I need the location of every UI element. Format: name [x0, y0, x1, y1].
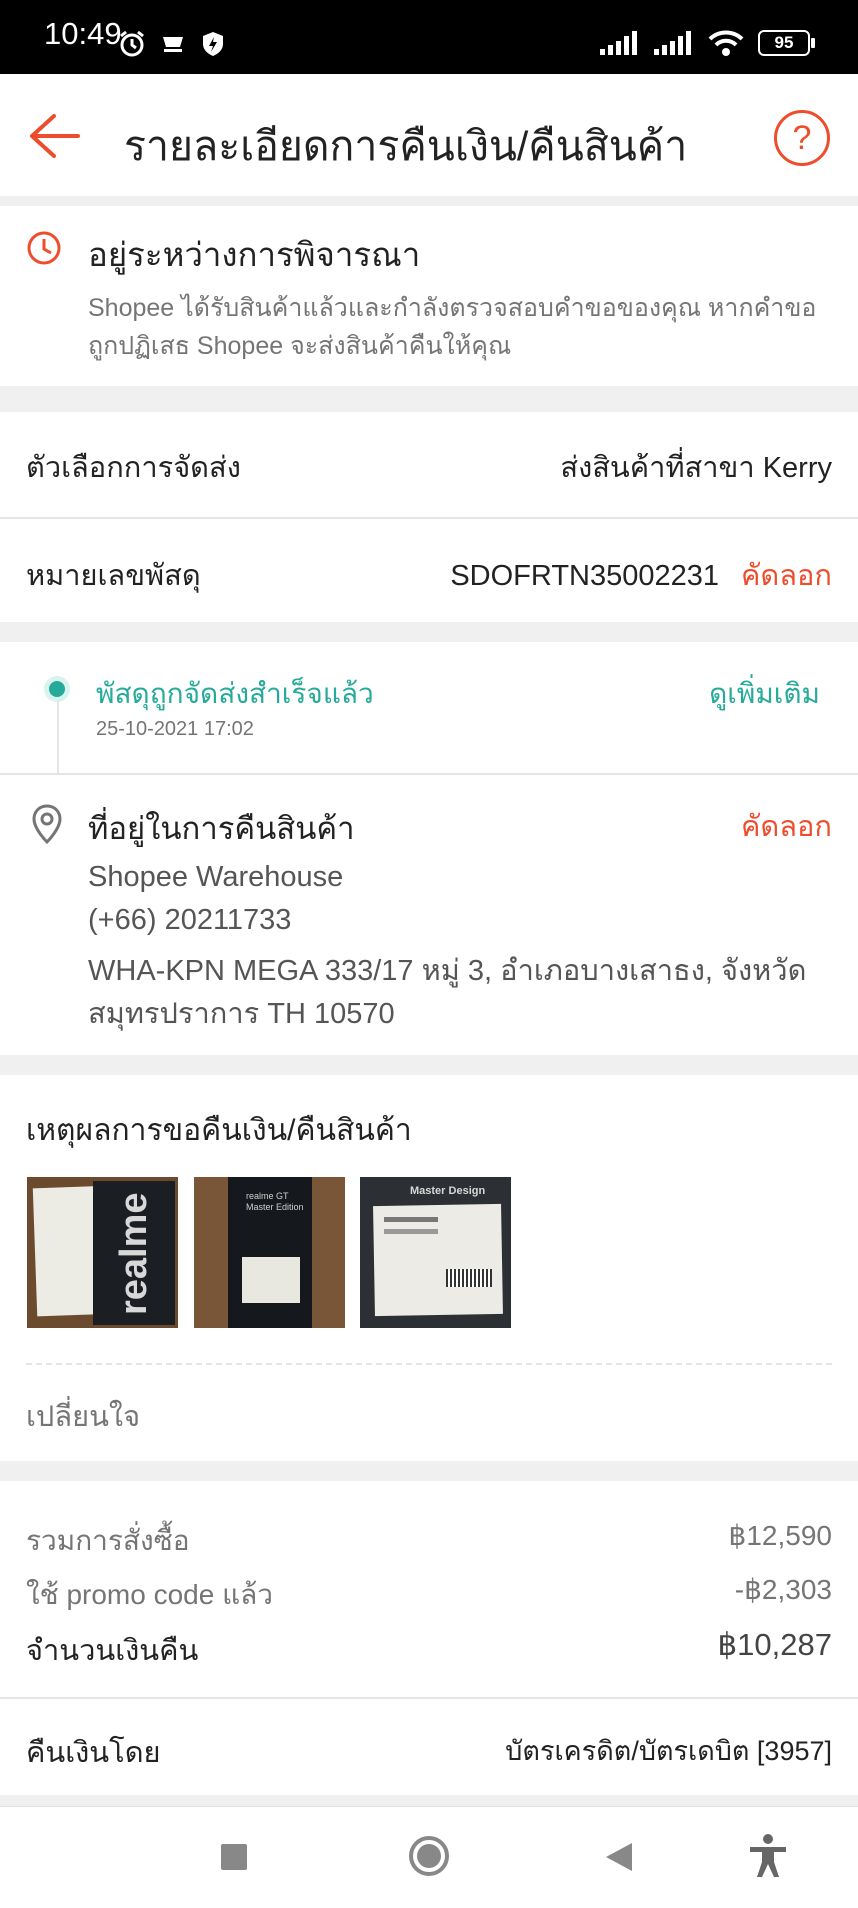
order-total-value: ฿12,590	[728, 1520, 832, 1551]
shield-bolt-icon	[203, 32, 223, 56]
address-line1: WHA-KPN MEGA 333/17 หมู่ 3, อำเภอบางเสาธ…	[88, 955, 807, 987]
refund-method-label: คืนเงินโดย	[26, 1737, 161, 1769]
shipping-option-label: ตัวเลือกการจัดส่ง	[26, 452, 241, 484]
signal-icon	[600, 31, 637, 55]
refund-summary-card: รวมการสั่งซื้อ ฿12,590 ใช้ promo code แล…	[0, 1481, 858, 1697]
address-line2: สมุทรปราการ TH 10570	[88, 998, 395, 1030]
shipping-card: ตัวเลือกการจัดส่ง ส่งสินค้าที่สาขา Kerry…	[0, 412, 858, 622]
promo-label: ใช้ promo code แล้ว	[26, 1579, 274, 1610]
app-header: รายละเอียดการคืนเงิน/คืนสินค้า ?	[0, 74, 858, 196]
help-icon[interactable]: ?	[774, 110, 830, 166]
signal-icon-2	[654, 31, 691, 55]
status-icons-left	[118, 30, 226, 58]
promo-value: -฿2,303	[734, 1574, 832, 1605]
evidence-photo[interactable]: realme	[27, 1177, 178, 1328]
divider	[0, 517, 858, 519]
battery-indicator: 95	[758, 30, 815, 56]
wifi-icon	[708, 30, 744, 56]
address-title: ที่อยู่ในการคืนสินค้า	[88, 811, 355, 846]
order-total-label: รวมการสั่งซื้อ	[26, 1525, 190, 1556]
timeline-dot	[44, 676, 70, 702]
clock-icon	[27, 231, 61, 265]
back-icon[interactable]	[604, 1841, 634, 1873]
tracking-number-label: หมายเลขพัสดุ	[26, 560, 201, 592]
home-icon[interactable]	[408, 1835, 450, 1877]
location-pin-icon	[32, 804, 62, 845]
tracking-number-value: SDOFRTN35002231	[450, 560, 720, 592]
app-notification-icon	[163, 37, 183, 52]
status-title: อยู่ระหว่างการพิจารณา	[88, 236, 421, 273]
see-more-link[interactable]: ดูเพิ่มเติม	[709, 672, 820, 716]
copy-address-button[interactable]: คัดลอก	[741, 803, 832, 849]
tracking-number-row: SDOFRTN35002231 คัดลอก	[450, 552, 832, 598]
reason-divider	[26, 1363, 832, 1365]
refund-method-card: คืนเงินโดย บัตรเครดิต/บัตรเดบิต [3957]	[0, 1699, 858, 1795]
tracking-status-card[interactable]: พัสดุถูกจัดส่งสำเร็จแล้ว 25-10-2021 17:0…	[0, 642, 858, 773]
status-icons-right: 95	[600, 30, 815, 56]
status-card: อยู่ระหว่างการพิจารณา Shopee ได้รับสินค้…	[0, 206, 858, 386]
recent-apps-icon[interactable]	[220, 1843, 248, 1871]
refund-method-value: บัตรเครดิต/บัตรเดบิต [3957]	[505, 1736, 832, 1766]
address-name: Shopee Warehouse	[88, 861, 344, 893]
tracking-timestamp: 25-10-2021 17:02	[96, 718, 254, 740]
address-phone: (+66) 20211733	[88, 904, 292, 936]
status-description-line1: Shopee ได้รับสินค้าแล้วและกำลังตรวจสอบคำ…	[88, 294, 817, 322]
system-navigation-bar	[0, 1806, 858, 1908]
shipping-option-value: ส่งสินค้าที่สาขา Kerry	[560, 452, 832, 484]
reason-title: เหตุผลการขอคืนเงิน/คืนสินค้า	[26, 1114, 412, 1147]
evidence-photo[interactable]: realme GT Master Edition	[194, 1177, 345, 1328]
evidence-photo[interactable]: Master Design	[360, 1177, 511, 1328]
status-bar: 10:49 95	[0, 0, 858, 74]
back-arrow-icon[interactable]	[28, 112, 80, 160]
status-time: 10:49	[44, 16, 122, 51]
copy-tracking-button[interactable]: คัดลอก	[741, 560, 832, 592]
tracking-status-text: พัสดุถูกจัดส่งสำเร็จแล้ว	[96, 678, 374, 709]
refund-amount-label: จำนวนเงินคืน	[26, 1635, 199, 1667]
refund-amount-value: ฿10,287	[717, 1627, 832, 1662]
page-title: รายละเอียดการคืนเงิน/คืนสินค้า	[124, 123, 688, 169]
reason-text: เปลี่ยนใจ	[26, 1401, 141, 1433]
status-description-line2: ถูกปฏิเสธ Shopee จะส่งสินค้าคืนให้คุณ	[88, 332, 512, 360]
alarm-icon	[120, 30, 144, 57]
return-address-card: ที่อยู่ในการคืนสินค้า คัดลอก Shopee Ware…	[0, 775, 858, 1055]
accessibility-icon[interactable]	[746, 1833, 790, 1879]
